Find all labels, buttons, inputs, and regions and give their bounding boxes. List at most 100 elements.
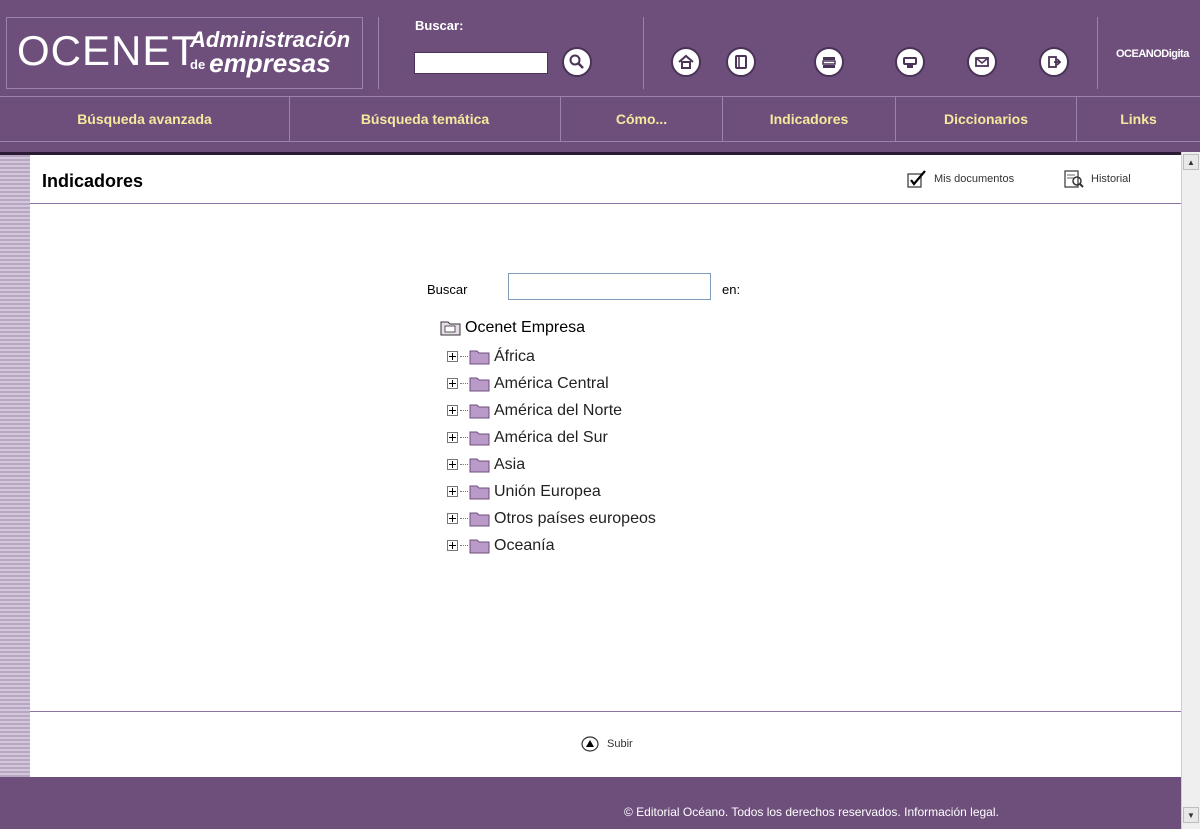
separator	[1097, 17, 1098, 89]
books-icon	[822, 57, 836, 68]
home-button[interactable]	[671, 47, 701, 77]
tree-connector	[460, 491, 468, 492]
tree-connector	[460, 545, 468, 546]
expand-icon[interactable]	[447, 351, 458, 362]
subir-link[interactable]: Subir	[581, 736, 633, 752]
tree-connector	[460, 464, 468, 465]
main-nav: Búsqueda avanzada Búsqueda temática Cómo…	[0, 96, 1200, 142]
home-icon	[678, 54, 694, 69]
arrow-up-icon: ▲	[1187, 157, 1195, 167]
search-icon	[569, 54, 584, 69]
top-bar: OCENET Administración de empresas Buscar:…	[0, 0, 1200, 95]
left-stripe	[0, 155, 30, 777]
search-input[interactable]	[414, 52, 548, 74]
expand-icon[interactable]	[447, 486, 458, 497]
nav-links[interactable]: Links	[1077, 97, 1200, 141]
expand-icon[interactable]	[447, 513, 458, 524]
separator	[643, 17, 644, 89]
up-arrow-icon	[581, 736, 599, 752]
folder-icon	[469, 350, 490, 364]
separator	[378, 17, 379, 89]
expand-icon[interactable]	[447, 432, 458, 443]
footer: © Editorial Océano. Todos los derechos r…	[0, 777, 1181, 829]
expand-icon[interactable]	[447, 459, 458, 470]
tree-search-input[interactable]	[508, 273, 711, 300]
logo-prefix: de	[190, 57, 206, 73]
scroll-up-button[interactable]: ▲	[1183, 154, 1199, 170]
expand-icon[interactable]	[447, 540, 458, 551]
nav-busqueda-tematica[interactable]: Búsqueda temática	[290, 97, 561, 141]
tree-search-label: Buscar	[427, 282, 468, 297]
arrow-down-icon: ▼	[1187, 810, 1195, 820]
check-document-icon	[907, 170, 926, 188]
folder-icon	[469, 431, 490, 445]
book-icon	[735, 55, 747, 69]
folder-icon	[469, 377, 490, 391]
oceano-digital-logo[interactable]: OCEANODigita	[1116, 48, 1189, 60]
tree-list: África América Central América del Norte…	[447, 343, 656, 559]
page-title: Indicadores	[42, 171, 144, 191]
books-button[interactable]	[814, 47, 844, 77]
tree-item-label: Oceanía	[494, 536, 555, 554]
tree-item-label: África	[494, 347, 535, 365]
tree-item-america-del-sur[interactable]: América del Sur	[447, 424, 656, 451]
tree-item-union-europea[interactable]: Unión Europea	[447, 478, 656, 505]
history-icon	[1064, 170, 1084, 188]
tree-item-oceania[interactable]: Oceanía	[447, 532, 656, 559]
tree-item-label: América Central	[494, 374, 609, 392]
tree-item-label: Unión Europea	[494, 482, 601, 500]
logo[interactable]: OCENET Administración de empresas	[6, 17, 363, 89]
folder-icon	[469, 512, 490, 526]
tree-item-africa[interactable]: África	[447, 343, 656, 370]
historial-link[interactable]: Historial	[1063, 169, 1131, 189]
nav-busqueda-avanzada[interactable]: Búsqueda avanzada	[0, 97, 290, 141]
nav-indicadores[interactable]: Indicadores	[723, 97, 896, 141]
mis-documentos-label: Mis documentos	[934, 173, 1015, 185]
search-label: Buscar:	[415, 18, 464, 33]
tree-item-otros-paises-europeos[interactable]: Otros países europeos	[447, 505, 656, 532]
tree-item-america-central[interactable]: América Central	[447, 370, 656, 397]
tree-connector	[460, 518, 468, 519]
tree-root-label: Ocenet Empresa	[465, 319, 586, 336]
mail-button[interactable]	[967, 47, 997, 77]
tree-item-america-del-norte[interactable]: América del Norte	[447, 397, 656, 424]
tree-connector	[460, 437, 468, 438]
search-button[interactable]	[562, 47, 592, 77]
mail-icon	[975, 57, 989, 67]
folder-icon	[469, 404, 490, 418]
legal-info-link[interactable]: Información legal.	[904, 805, 999, 819]
tree-item-label: América del Sur	[494, 428, 608, 446]
logo-line2-text: empresas	[209, 48, 331, 78]
book-button[interactable]	[726, 47, 756, 77]
footer-text: © Editorial Océano. Todos los derechos r…	[624, 805, 999, 819]
page-header: Indicadores Mis documentos Historial	[30, 155, 1181, 204]
tree-root[interactable]: Ocenet Empresa	[440, 319, 585, 337]
historial-label: Historial	[1091, 173, 1131, 185]
mis-documentos-link[interactable]: Mis documentos	[906, 169, 1014, 189]
expand-icon[interactable]	[447, 405, 458, 416]
expand-icon[interactable]	[447, 378, 458, 389]
nav-diccionarios[interactable]: Diccionarios	[896, 97, 1077, 141]
bottom-row: Subir	[30, 711, 1181, 780]
tree-connector	[460, 356, 468, 357]
logo-ocenet: OCENET	[17, 27, 199, 74]
tree-item-label: Asia	[494, 455, 526, 473]
open-folder-icon	[440, 321, 461, 336]
tree-item-label: América del Norte	[494, 401, 623, 419]
subir-label: Subir	[607, 738, 633, 750]
tree-item-asia[interactable]: Asia	[447, 451, 656, 478]
print-icon	[903, 57, 917, 68]
print-button[interactable]	[895, 47, 925, 77]
folder-icon	[469, 458, 490, 472]
folder-icon	[469, 539, 490, 553]
logo-line2: de empresas	[190, 49, 331, 79]
content-frame: Indicadores Mis documentos Historial Bus…	[0, 152, 1181, 777]
exit-icon	[1048, 56, 1062, 68]
en-label: en:	[722, 282, 741, 297]
exit-button[interactable]	[1039, 47, 1069, 77]
copyright-text: © Editorial Océano. Todos los derechos r…	[624, 805, 901, 819]
scroll-down-button[interactable]: ▼	[1183, 807, 1199, 823]
nav-como[interactable]: Cómo...	[561, 97, 723, 141]
vertical-scrollbar[interactable]: ▲ ▼	[1181, 152, 1200, 829]
tree-item-label: Otros países europeos	[494, 509, 656, 527]
